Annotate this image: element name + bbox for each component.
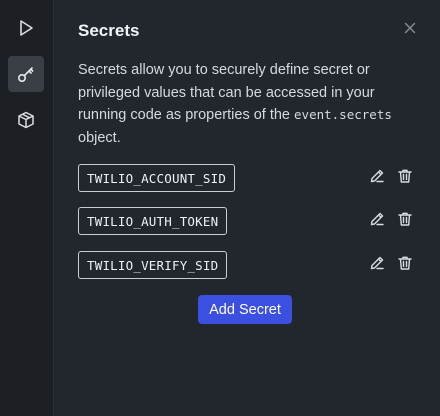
delete-secret-button[interactable] [396,167,414,185]
panel-title: Secrets [78,21,140,40]
secret-name: TWILIO_VERIFY_SID [78,251,228,279]
panel-description: Secrets allow you to securely define sec… [78,59,418,149]
close-button[interactable] [402,20,418,36]
edit-secret-button[interactable] [368,254,386,272]
pencil-icon [370,256,384,270]
pencil-icon [370,169,384,183]
delete-secret-button[interactable] [396,210,414,228]
secret-name: TWILIO_ACCOUNT_SID [78,164,236,192]
close-icon [404,22,416,34]
sidebar-rail [0,0,54,416]
trash-icon [398,256,412,270]
packages-button[interactable] [8,102,44,138]
key-icon [17,67,34,83]
play-icon [20,20,33,36]
secrets-panel: Secrets Secrets allow you to securely de… [54,0,440,416]
trash-icon [398,212,412,226]
secret-row: TWILIO_ACCOUNT_SID [78,164,416,192]
package-icon [18,111,34,129]
secret-row: TWILIO_AUTH_TOKEN [78,207,416,235]
trash-icon [398,169,412,183]
secret-row: TWILIO_VERIFY_SID [78,251,416,279]
secrets-button[interactable] [8,56,44,92]
add-secret-button[interactable]: Add Secret [198,295,292,324]
delete-secret-button[interactable] [396,254,414,272]
secret-name: TWILIO_AUTH_TOKEN [78,207,228,235]
run-button[interactable] [8,10,44,46]
pencil-icon [370,212,384,226]
description-code: event.secrets [294,107,392,122]
edit-secret-button[interactable] [368,167,386,185]
description-text-end: object. [78,129,121,146]
edit-secret-button[interactable] [368,210,386,228]
